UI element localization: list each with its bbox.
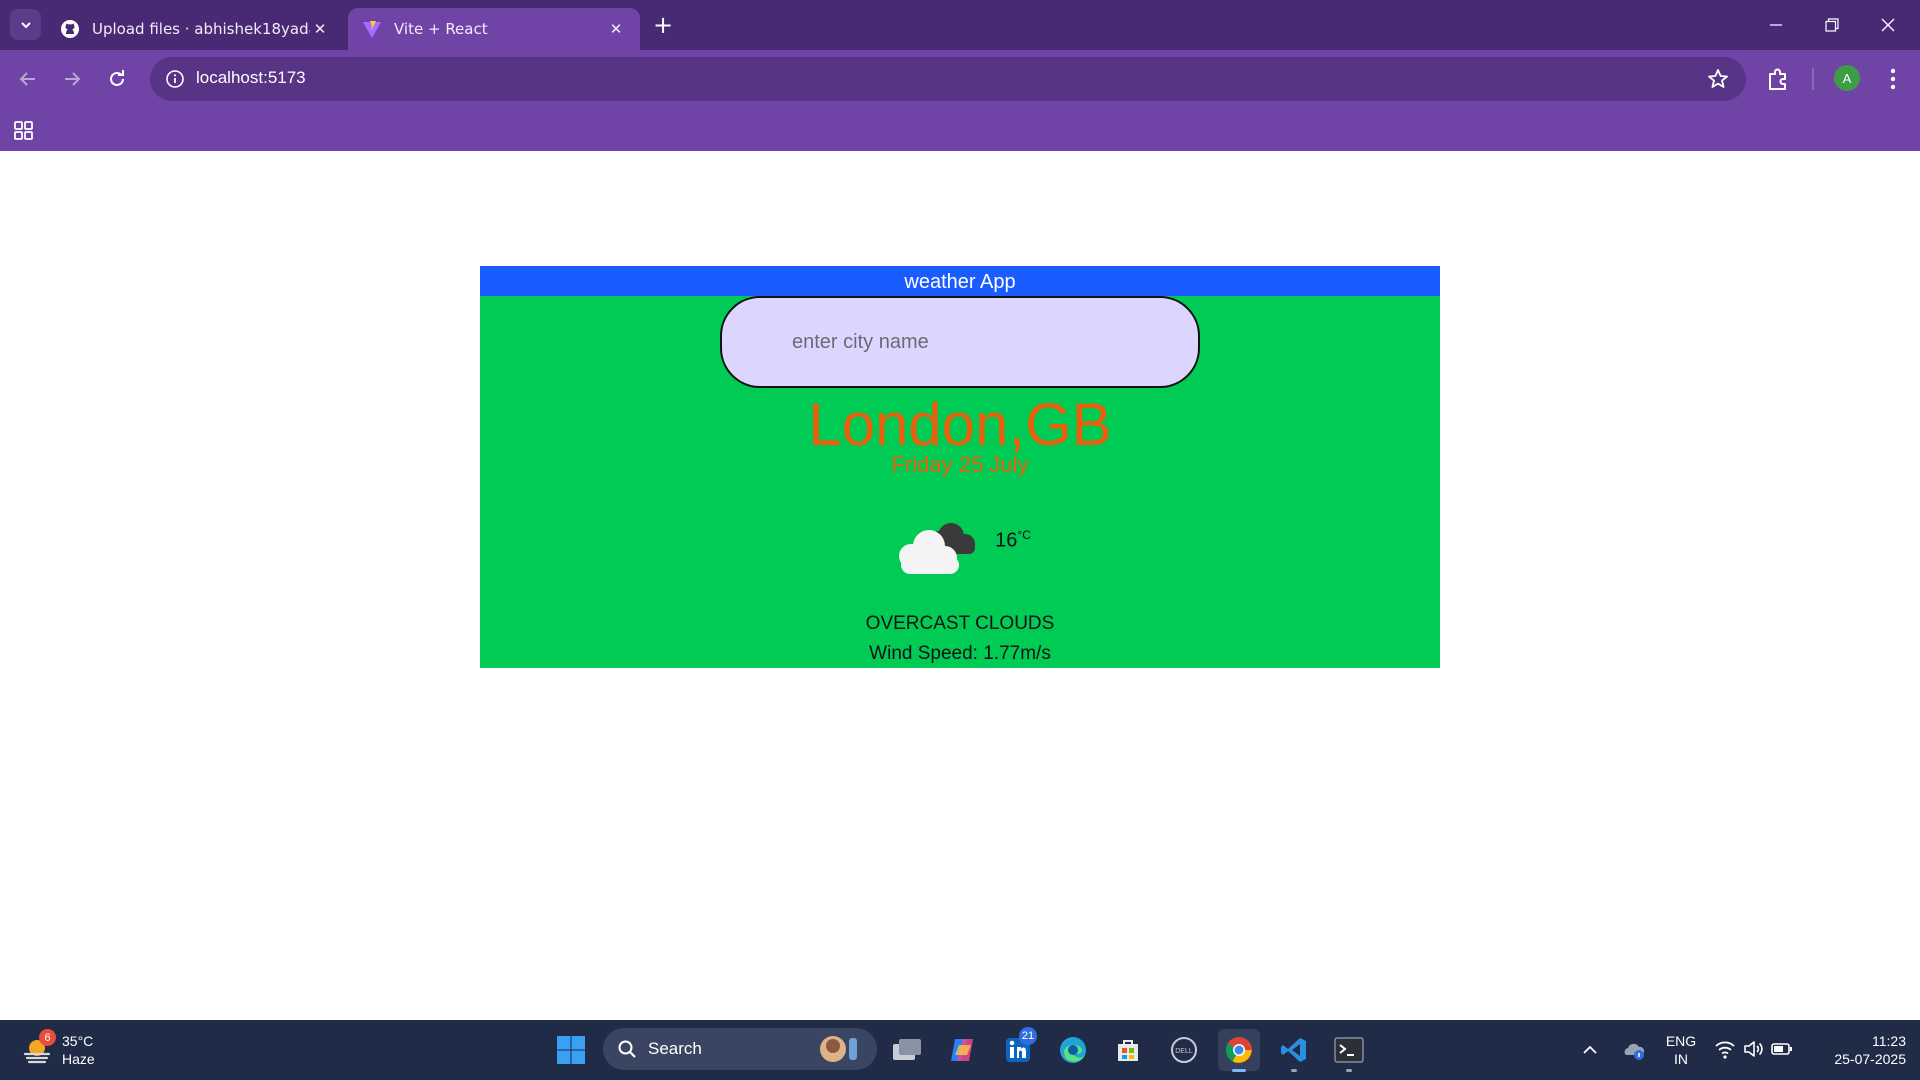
reload-icon [110, 70, 124, 86]
taskbar-weather-condition: Haze [62, 1051, 95, 1067]
vscode-icon [1281, 1038, 1306, 1062]
close-window-button[interactable] [1860, 0, 1916, 50]
temperature-number: 16 [995, 529, 1018, 552]
tab-upload-files[interactable]: Upload files · abhishek18yadav/ ✕ [46, 8, 344, 50]
quick-settings-button[interactable] [1714, 1038, 1794, 1062]
close-icon [1881, 18, 1895, 32]
tab-title: Vite + React [394, 20, 488, 38]
store-icon [1118, 1040, 1138, 1061]
browser-tab-strip: Upload files · abhishek18yadav/ ✕ Vite +… [0, 0, 1920, 50]
haze-weather-icon: 6 [22, 1029, 56, 1065]
linkedin-button[interactable]: 21 [997, 1027, 1039, 1071]
chevron-down-icon [20, 21, 31, 28]
region-code: IN [1674, 1051, 1688, 1067]
tab-search-button[interactable] [10, 9, 41, 40]
url-text[interactable]: localhost:5173 [196, 68, 306, 88]
edge-icon [1060, 1037, 1086, 1063]
input-language-indicator[interactable]: ENG IN [1664, 1032, 1698, 1068]
copilot-icon [951, 1039, 973, 1061]
chrome-button[interactable] [1218, 1029, 1260, 1072]
dell-button[interactable]: DELL [1163, 1029, 1205, 1071]
running-app-indicator [1346, 1069, 1352, 1072]
page-viewport: weather App London,GB Friday 25 July 16°… [0, 151, 1920, 1020]
system-clock[interactable]: 11:23 25-07-2025 [1810, 1032, 1906, 1068]
task-view-icon [893, 1039, 921, 1060]
chrome-icon [1225, 1037, 1252, 1063]
reload-button[interactable] [101, 63, 133, 95]
taskbar-weather-temp: 35°C [62, 1033, 94, 1049]
battery-icon [1771, 1043, 1792, 1055]
taskbar-search-label: Search [648, 1039, 702, 1058]
github-icon [61, 20, 79, 38]
onedrive-status-icon[interactable] [1622, 1038, 1646, 1062]
microsoft-store-button[interactable] [1107, 1029, 1149, 1071]
running-app-indicator [1291, 1069, 1297, 1072]
temperature-unit: °C [1017, 527, 1031, 542]
taskbar-search-box[interactable]: Search [603, 1028, 877, 1070]
date-label: Friday 25 July [891, 452, 1029, 477]
vite-icon [363, 21, 381, 38]
task-view-button[interactable] [886, 1029, 928, 1071]
apps-grid-icon[interactable] [12, 118, 36, 142]
clock-date: 25-07-2025 [1834, 1051, 1906, 1067]
overcast-clouds-icon [899, 523, 976, 574]
extensions-icon[interactable] [1764, 65, 1792, 93]
taskbar-weather-widget[interactable]: 6 35°C Haze [22, 1028, 95, 1072]
minimize-button[interactable] [1748, 0, 1804, 50]
terminal-button[interactable] [1328, 1029, 1370, 1072]
volume-icon [1744, 1041, 1763, 1057]
arrow-right-icon [65, 72, 81, 86]
forward-button[interactable] [56, 63, 88, 95]
windows-start-icon[interactable] [556, 1035, 586, 1065]
arrow-left-icon [19, 72, 35, 86]
edge-button[interactable] [1052, 1029, 1094, 1071]
active-app-indicator [1232, 1069, 1246, 1072]
toolbar-divider [1812, 68, 1814, 90]
svg-text:DELL: DELL [1175, 1048, 1193, 1055]
windows-taskbar: 6 35°C Haze Search 21 DELL ENG IN 11:23 … [0, 1020, 1920, 1080]
restore-button[interactable] [1804, 0, 1860, 50]
profile-avatar[interactable]: A [1834, 65, 1860, 91]
close-tab-icon[interactable]: ✕ [310, 20, 330, 38]
weather-description: OVERCAST CLOUDS [865, 613, 1055, 634]
city-search-input[interactable] [720, 296, 1200, 388]
bookmarks-bar [0, 108, 1920, 151]
app-header: weather App [480, 266, 1440, 296]
taskbar-weather-text: 35°C Haze [62, 1032, 95, 1068]
more-vertical-icon [1890, 68, 1896, 90]
browser-menu-button[interactable] [1880, 65, 1906, 93]
clock-time: 11:23 [1872, 1033, 1906, 1049]
wifi-icon [1715, 1041, 1735, 1059]
close-tab-icon[interactable]: ✕ [606, 20, 626, 38]
temperature-value: 16°C [995, 528, 1031, 553]
tab-title: Upload files · abhishek18yadav/ [92, 20, 310, 38]
weather-alert-badge: 6 [39, 1029, 56, 1046]
chevron-up-icon[interactable] [1580, 1040, 1600, 1060]
wind-speed: Wind Speed: 1.77m/s [869, 643, 1051, 664]
language-code: ENG [1665, 1033, 1697, 1049]
browser-toolbar: localhost:5173 A [0, 50, 1920, 108]
site-info-icon[interactable] [164, 68, 186, 90]
dell-icon: DELL [1171, 1037, 1197, 1063]
city-name: London,GB [808, 391, 1112, 458]
vscode-button[interactable] [1273, 1029, 1315, 1072]
bookmark-star-icon[interactable] [1706, 67, 1730, 91]
linkedin-notification-badge: 21 [1019, 1027, 1037, 1045]
search-icon [618, 1040, 636, 1058]
restore-icon [1825, 18, 1839, 32]
weather-summary: 16°C [480, 516, 1440, 576]
new-tab-button[interactable]: + [648, 10, 678, 40]
address-bar[interactable]: localhost:5173 [150, 57, 1746, 101]
back-button[interactable] [12, 63, 44, 95]
copilot-button[interactable] [941, 1029, 983, 1071]
tab-vite-react[interactable]: Vite + React ✕ [348, 8, 640, 50]
search-highlight-icon [820, 1036, 857, 1062]
weather-app-card: weather App London,GB Friday 25 July 16°… [480, 266, 1440, 668]
minimize-icon [1770, 24, 1782, 26]
terminal-icon [1334, 1037, 1364, 1063]
